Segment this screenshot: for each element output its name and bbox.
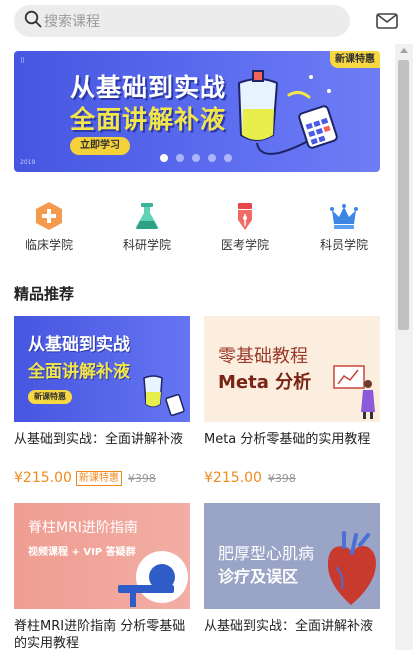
course-thumbnail[interactable]: 从基础到实战 全面讲解补液 新课特惠 — [14, 316, 190, 422]
course-card[interactable]: 从基础到实战 全面讲解补液 新课特惠 从基础到实战：全面讲解补液 ¥215.00… — [14, 316, 190, 486]
promo-tag: 新课特惠 — [75, 470, 122, 486]
plus-cross-icon — [36, 202, 62, 230]
original-price: ¥398 — [267, 471, 296, 485]
course-thumbnail[interactable]: 脊柱MRI进阶指南 视频课程 + VIP 答疑群 — [14, 503, 190, 609]
iv-bag-illustration — [143, 375, 185, 416]
scrollbar[interactable] — [395, 44, 413, 650]
carousel-dot[interactable] — [160, 154, 168, 162]
thumb-title-line2: 全面讲解补液 — [28, 362, 130, 382]
pen-icon — [238, 203, 252, 230]
category-label: 医考学院 — [220, 238, 269, 252]
mail-icon[interactable] — [376, 12, 398, 30]
course-thumbnail[interactable]: 零基础教程 Meta 分析 — [204, 316, 380, 422]
carousel-dot[interactable] — [208, 154, 216, 162]
banner-title-line1: 从基础到实战 — [70, 73, 227, 102]
thumb-title-line1: 从基础到实战 — [28, 335, 130, 355]
original-price: ¥398 — [127, 471, 156, 485]
thumb-title-line1: 脊柱MRI进阶指南 — [28, 520, 138, 536]
carousel-dot[interactable] — [192, 154, 200, 162]
category-label: 临床学院 — [24, 238, 73, 252]
thumb-title-line1: 零基础教程 — [218, 346, 308, 367]
thumb-badge: 新课特惠 — [28, 390, 72, 404]
presentation-illustration — [333, 365, 375, 419]
scroll-up-arrow-icon[interactable] — [400, 48, 408, 53]
search-placeholder: 搜索课程 — [44, 14, 100, 30]
mri-scanner-illustration — [118, 551, 188, 607]
carousel-dot[interactable] — [176, 154, 184, 162]
heart-illustration — [327, 531, 376, 605]
flask-icon — [135, 203, 159, 229]
category-medical-exam[interactable]: 医考学院 — [210, 200, 280, 253]
thumb-title-line1: 肥厚型心肌病 — [218, 544, 315, 563]
course-thumbnail[interactable]: 肥厚型心肌病 诊疗及误区 — [204, 503, 380, 609]
course-price: ¥215.00 — [14, 470, 72, 486]
category-label: 科研学院 — [122, 238, 171, 252]
category-staff[interactable]: 科员学院 — [309, 200, 379, 253]
price-row: ¥215.00 新课特惠 ¥398 — [14, 470, 190, 486]
banner-dots-decoration: ⠿ — [20, 57, 26, 65]
search-input[interactable]: 搜索课程 — [14, 5, 350, 37]
carousel-dot[interactable] — [224, 154, 232, 162]
thumb-title-line2: Meta 分析 — [218, 372, 312, 393]
course-title[interactable]: Meta 分析零基础的实用教程 — [204, 431, 380, 465]
course-card[interactable]: 肥厚型心肌病 诊疗及误区 从基础到实战：全面讲解补液 — [204, 503, 380, 650]
thumb-title-line2: 诊疗及误区 — [218, 567, 299, 586]
promo-banner[interactable]: ⠿ 从基础到实战 全面讲解补液 立即学习 新课特惠 2019 — [14, 51, 380, 172]
course-card[interactable]: 零基础教程 Meta 分析 Meta 分析零基础的实用教程 ¥215.00 ¥3… — [204, 316, 380, 486]
course-title[interactable]: 从基础到实战：全面讲解补液 — [14, 431, 190, 465]
price-row: ¥215.00 ¥398 — [204, 470, 380, 486]
section-title: 精品推荐 — [14, 285, 75, 303]
course-price: ¥215.00 — [204, 470, 262, 486]
course-card[interactable]: 脊柱MRI进阶指南 视频课程 + VIP 答疑群 脊柱MRI进阶指南 分析零基础… — [14, 503, 190, 650]
category-research[interactable]: 科研学院 — [112, 200, 182, 253]
course-title[interactable]: 从基础到实战：全面讲解补液 — [204, 618, 380, 650]
search-icon — [24, 10, 42, 32]
banner-learn-now-button[interactable]: 立即学习 — [70, 137, 130, 155]
carousel-indicator[interactable] — [160, 154, 232, 162]
crown-icon — [330, 204, 358, 229]
banner-title-line2: 全面讲解补液 — [70, 105, 227, 134]
iv-bag-illustration — [237, 70, 338, 155]
scrollbar-thumb[interactable] — [398, 60, 409, 330]
category-clinical[interactable]: 临床学院 — [14, 200, 84, 253]
course-title[interactable]: 脊柱MRI进阶指南 分析零基础的实用教程 — [14, 618, 190, 650]
banner-year: 2019 — [20, 159, 36, 166]
category-label: 科员学院 — [319, 238, 368, 252]
